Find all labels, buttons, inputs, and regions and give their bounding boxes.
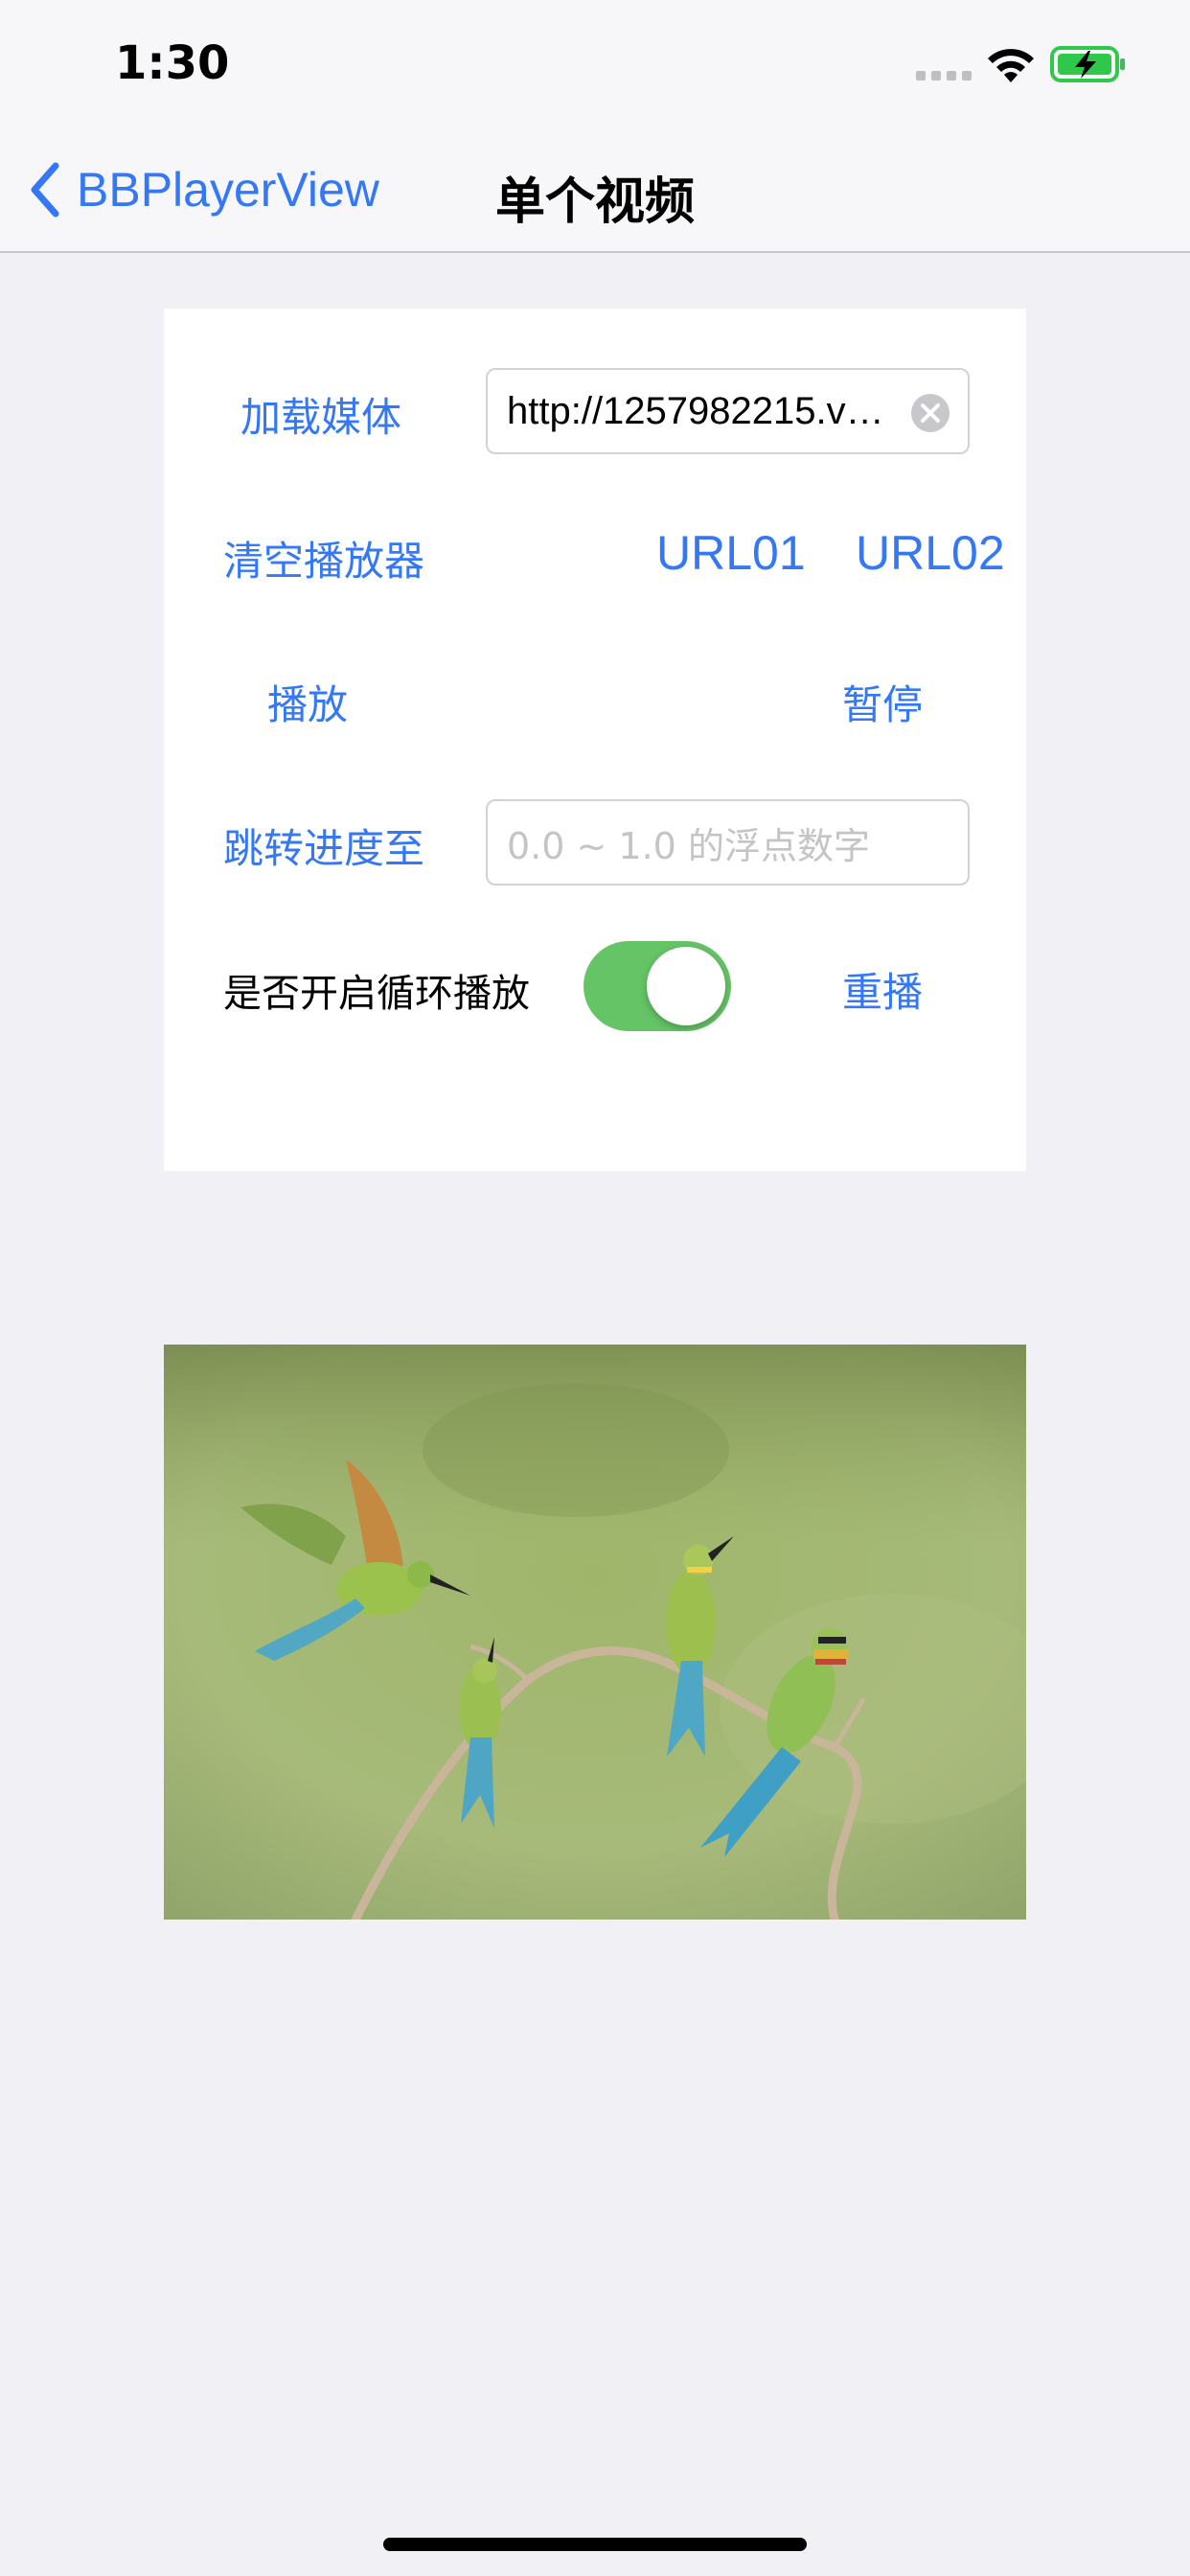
status-bar: 1:30 xyxy=(0,0,1190,126)
loop-toggle[interactable] xyxy=(584,941,731,1031)
replay-button[interactable]: 重播 xyxy=(842,960,923,1019)
home-indicator[interactable] xyxy=(383,2538,807,2551)
loop-label: 是否开启循环播放 xyxy=(223,972,530,1016)
page-title: 单个视频 xyxy=(494,173,695,231)
clear-text-icon[interactable] xyxy=(910,393,950,433)
url02-button[interactable]: URL02 xyxy=(856,525,1005,581)
url-input-value: http://1257982215.vod2.myqcloud.com xyxy=(507,389,890,432)
clear-player-button[interactable]: 清空播放器 xyxy=(223,529,424,587)
url-input[interactable]: http://1257982215.vod2.myqcloud.com xyxy=(486,368,970,454)
seek-progress-input[interactable]: 0.0 ~ 1.0 的浮点数字 xyxy=(486,799,970,886)
url01-button[interactable]: URL01 xyxy=(656,525,806,581)
seek-to-button[interactable]: 跳转进度至 xyxy=(223,816,424,875)
navigation-bar: BBPlayerView 单个视频 xyxy=(0,126,1190,253)
video-frame-image xyxy=(164,1345,1026,1920)
status-time: 1:30 xyxy=(115,36,230,90)
battery-charging-icon xyxy=(1050,46,1125,82)
wifi-icon xyxy=(988,49,1034,82)
seek-progress-placeholder: 0.0 ~ 1.0 的浮点数字 xyxy=(507,824,870,867)
pause-button[interactable]: 暂停 xyxy=(842,673,923,731)
video-player-view[interactable] xyxy=(164,1345,1026,1920)
signal-dots-icon xyxy=(916,71,973,80)
load-media-button[interactable]: 加载媒体 xyxy=(240,385,401,444)
play-button[interactable]: 播放 xyxy=(267,673,348,731)
toggle-knob xyxy=(647,947,725,1025)
control-panel: 加载媒体 http://1257982215.vod2.myqcloud.com… xyxy=(164,309,1026,1171)
